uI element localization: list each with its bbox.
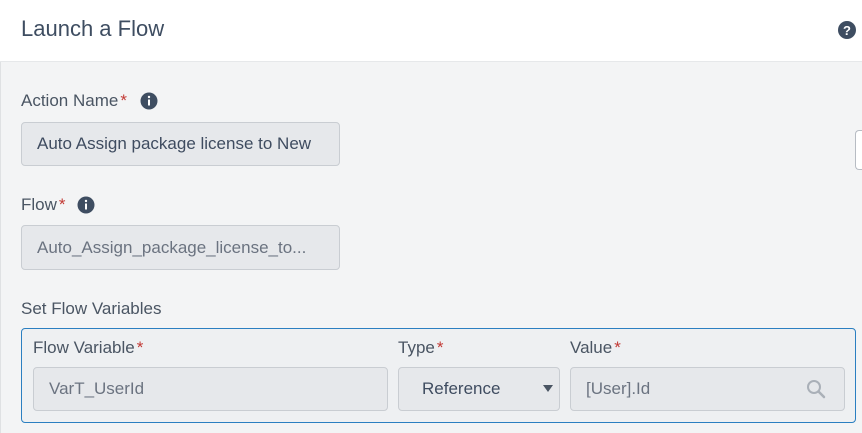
flow-input[interactable]: Auto_Assign_package_license_to... — [21, 225, 340, 270]
flow-label: Flow * — [21, 195, 66, 215]
column-header-value: Value * — [570, 338, 621, 358]
required-mark: * — [58, 195, 66, 214]
flow-label-text: Flow — [21, 195, 57, 214]
value-input[interactable]: [User].Id — [570, 367, 845, 411]
flow-variable-input[interactable]: VarT_UserId — [33, 367, 388, 411]
panel-left-border — [0, 0, 1, 433]
info-icon[interactable] — [77, 196, 95, 214]
page-title: Launch a Flow — [21, 16, 165, 41]
required-mark: * — [614, 338, 621, 357]
required-mark: * — [120, 91, 127, 110]
action-name-input[interactable]: Auto Assign package license to New — [21, 122, 340, 166]
panel-header: Launch a Flow ? — [0, 0, 862, 62]
action-name-label: Action Name * — [21, 91, 127, 111]
svg-text:?: ? — [843, 23, 851, 38]
info-icon[interactable] — [140, 92, 158, 110]
action-name-label-text: Action Name — [21, 91, 119, 110]
required-mark: * — [136, 338, 144, 357]
side-panel-handle[interactable] — [855, 130, 862, 170]
type-select-value: Reference — [422, 379, 501, 398]
required-mark: * — [436, 338, 444, 357]
column-header-text: Flow Variable — [33, 338, 135, 357]
search-icon[interactable] — [806, 379, 826, 399]
set-flow-variables-label: Set Flow Variables — [21, 299, 162, 318]
chevron-down-icon — [543, 385, 553, 392]
question-circle-icon[interactable]: ? — [837, 20, 857, 40]
column-header-text: Type — [398, 338, 435, 357]
column-header-type: Type * — [398, 338, 443, 358]
type-select[interactable]: Reference — [398, 367, 560, 411]
column-header-text: Value — [570, 338, 613, 357]
column-header-flow-variable: Flow Variable * — [33, 338, 143, 358]
